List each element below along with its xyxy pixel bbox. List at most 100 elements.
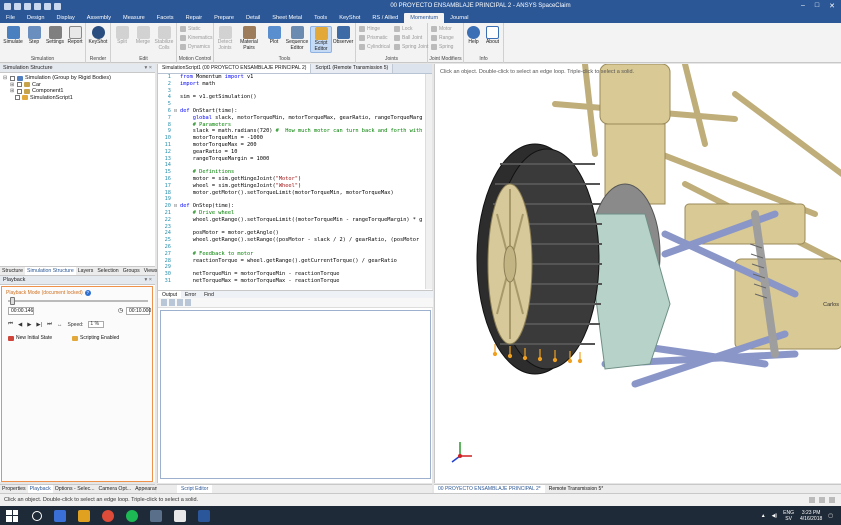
clock[interactable]: 3:23 PM 4/16/2018 <box>800 510 822 522</box>
status-icon-2[interactable] <box>819 497 825 503</box>
expand-icon[interactable]: ⊞ <box>10 88 15 94</box>
notifications-icon[interactable]: ▢ <box>828 513 833 519</box>
collapse-icon[interactable]: ⊟ <box>3 75 8 81</box>
tab-tools[interactable]: Tools <box>308 13 333 23</box>
word-icon[interactable] <box>198 509 210 522</box>
time-slider[interactable] <box>8 297 148 305</box>
stabilize-colls-button[interactable]: Stabilize Colls <box>153 26 175 51</box>
spotify-icon[interactable] <box>126 509 138 522</box>
tab-detail[interactable]: Detail <box>240 13 266 23</box>
go-to-end-icon[interactable]: ⏭ <box>47 321 52 328</box>
merge-button[interactable]: Merge <box>132 26 154 46</box>
tab-prepare[interactable]: Prepare <box>208 13 240 23</box>
visibility-checkbox[interactable] <box>17 88 22 94</box>
minimize-icon[interactable]: – <box>801 2 805 10</box>
spring-modifier-button[interactable]: Spring <box>431 44 453 50</box>
cylindrical-joint-button[interactable]: Cylindrical <box>359 44 390 50</box>
redo-icon[interactable] <box>54 2 61 10</box>
tab-display[interactable]: Display <box>50 13 80 23</box>
plot-button[interactable]: Plot <box>263 26 285 46</box>
static-option[interactable]: Static <box>180 26 201 32</box>
network-icon[interactable]: ▲ <box>761 513 766 519</box>
sequence-editor-button[interactable]: Sequence Editor <box>285 26 309 51</box>
tab-structure[interactable]: Structure <box>0 267 25 275</box>
spaceclaim-icon[interactable] <box>150 509 162 522</box>
tab-file[interactable]: File <box>0 13 21 23</box>
copy-output-icon[interactable] <box>177 299 183 306</box>
spring-joint-button[interactable]: Spring Joint <box>394 44 428 50</box>
status-icon-1[interactable] <box>809 497 815 503</box>
about-button[interactable]: About <box>483 26 502 46</box>
time-slider-knob[interactable] <box>10 297 16 305</box>
search-icon[interactable] <box>32 510 42 521</box>
loop-icon[interactable]: ↔ <box>57 322 63 328</box>
motor-modifier-button[interactable]: Motor <box>431 26 452 32</box>
maximize-icon[interactable]: □ <box>815 2 819 10</box>
prismatic-joint-button[interactable]: Prismatic <box>359 35 388 41</box>
code-editor[interactable]: 1 from Momentum import v1 2 import math 3 4 si… <box>158 74 433 289</box>
tab-rs-allied[interactable]: RS / Allied <box>366 13 404 23</box>
tab-groups[interactable]: Groups <box>121 267 142 275</box>
tab-sheet-metal[interactable]: Sheet Metal <box>266 13 308 23</box>
tab-repair[interactable]: Repair <box>180 13 208 23</box>
tab-script-2[interactable]: Script1 (Remote Transmission 5) <box>311 64 394 73</box>
tab-properties[interactable]: Properties <box>0 485 28 493</box>
simulate-button[interactable]: Simulate <box>2 26 24 46</box>
visibility-checkbox[interactable] <box>15 95 20 101</box>
new-file-icon[interactable] <box>14 2 21 10</box>
tab-playback[interactable]: Playback <box>27 485 53 493</box>
split-button[interactable]: Split <box>111 26 133 46</box>
tab-script-editor[interactable]: Script Editor <box>177 485 213 493</box>
tab-document-2[interactable]: Remote Transmission 5* <box>545 485 607 493</box>
play-icon[interactable]: ▶ <box>27 322 31 328</box>
tab-selection[interactable]: Selection <box>95 267 120 275</box>
scripting-enabled-toggle[interactable]: Scripting Enabled <box>72 335 119 341</box>
tab-simulation-structure[interactable]: Simulation Structure <box>25 267 76 275</box>
app-icon[interactable] <box>174 509 186 522</box>
tab-camera-opt[interactable]: Camera Opt... <box>97 485 134 493</box>
wrap-output-icon[interactable] <box>185 299 191 306</box>
tab-keyshot[interactable]: KeyShot <box>333 13 366 23</box>
hinge-joint-button[interactable]: Hinge <box>359 26 380 32</box>
open-file-icon[interactable] <box>24 2 31 10</box>
tab-options-selec[interactable]: Options - Selec... <box>53 485 97 493</box>
tab-measure[interactable]: Measure <box>117 13 151 23</box>
language-indicator[interactable]: ENG SV <box>783 510 794 522</box>
status-icon-3[interactable] <box>829 497 835 503</box>
expand-icon[interactable]: ⊞ <box>10 82 15 88</box>
dynamics-option[interactable]: Dynamics <box>180 44 210 50</box>
script-editor-button[interactable]: Script Editor <box>310 26 332 53</box>
detect-joints-button[interactable]: Detect Joints <box>214 26 236 51</box>
kinematics-option[interactable]: Kinematics <box>180 35 212 41</box>
tree-node-simulationscript1[interactable]: SimulationScript1 <box>3 95 152 102</box>
clear-output-icon[interactable] <box>161 299 167 306</box>
tab-layers[interactable]: Layers <box>76 267 96 275</box>
code-scrollbar[interactable] <box>425 74 432 289</box>
output-pane[interactable] <box>160 310 431 479</box>
pin-icon[interactable]: ▾ × <box>144 276 152 285</box>
tab-find[interactable]: Find <box>200 291 218 298</box>
tab-design[interactable]: Design <box>21 13 50 23</box>
keyshot-button[interactable]: KeyShot <box>87 26 109 46</box>
step-back-icon[interactable]: ◀ <box>18 322 22 328</box>
visibility-checkbox[interactable] <box>17 82 22 88</box>
car-suspension-model[interactable] <box>435 64 841 483</box>
current-time-field[interactable]: 00:00.146 <box>8 307 34 315</box>
tab-document-1[interactable]: 00 PROYECTO ENSAMBLAJE PRINCIPAL 2* <box>434 485 545 493</box>
tab-facets[interactable]: Facets <box>151 13 180 23</box>
chrome-icon[interactable] <box>102 509 114 522</box>
info-icon[interactable]: ? <box>84 290 91 296</box>
tab-output[interactable]: Output <box>158 291 182 298</box>
start-button[interactable] <box>6 509 18 522</box>
ball-joint-button[interactable]: Ball Joint <box>394 35 422 41</box>
pin-icon[interactable]: ▾ × <box>144 64 152 73</box>
lock-joint-button[interactable]: Lock <box>394 26 413 32</box>
observer-button[interactable]: Observer <box>332 26 354 46</box>
speed-field[interactable]: 1 % <box>88 321 105 328</box>
close-icon[interactable]: ✕ <box>829 2 835 10</box>
range-modifier-button[interactable]: Range <box>431 35 454 41</box>
save-output-icon[interactable] <box>169 299 175 306</box>
step-button[interactable]: Step <box>23 26 45 46</box>
undo-icon[interactable] <box>44 2 51 10</box>
task-view-icon[interactable] <box>54 509 66 522</box>
